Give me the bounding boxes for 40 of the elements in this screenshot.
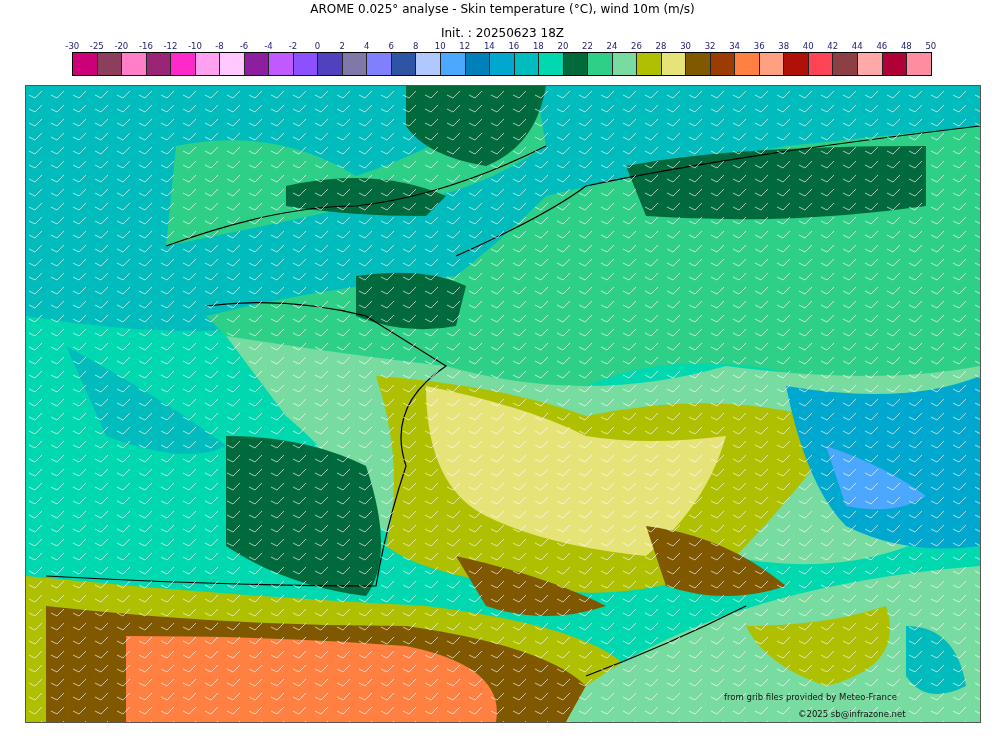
legend-label: 6 bbox=[387, 41, 395, 52]
legend-label: 16 bbox=[507, 41, 521, 52]
legend-label: 12 bbox=[458, 41, 472, 52]
legend-label: 34 bbox=[728, 41, 741, 52]
legend-label: 36 bbox=[752, 41, 766, 52]
legend-label: 2 bbox=[338, 41, 346, 52]
legend-label: 26 bbox=[630, 41, 643, 52]
legend-label: 8 bbox=[412, 41, 420, 52]
legend-label: -8 bbox=[214, 41, 225, 52]
legend-label: -20 bbox=[113, 41, 130, 52]
legend-label: 38 bbox=[777, 41, 791, 52]
legend-label: 14 bbox=[482, 41, 496, 52]
legend-label: 24 bbox=[605, 41, 619, 52]
legend-label: 44 bbox=[850, 41, 864, 52]
legend-label: 4 bbox=[362, 41, 371, 52]
legend-label: -2 bbox=[287, 41, 299, 52]
legend-label: -6 bbox=[238, 41, 250, 52]
legend-label: 18 bbox=[531, 41, 545, 52]
legend-label: -4 bbox=[263, 41, 274, 52]
legend-label: -12 bbox=[162, 41, 179, 52]
legend-label: 32 bbox=[703, 41, 717, 52]
legend-label: -10 bbox=[186, 41, 203, 52]
legend-label: 46 bbox=[875, 41, 889, 52]
legend-label: 28 bbox=[654, 41, 668, 52]
legend-label: 48 bbox=[899, 41, 913, 52]
legend-label: 22 bbox=[581, 41, 594, 52]
legend-label: -16 bbox=[137, 41, 154, 52]
legend-label: 10 bbox=[433, 41, 447, 52]
chart-title: AROME 0.025° analyse - Skin temperature (°C), wind 10m (m/s) bbox=[310, 1, 695, 17]
legend-label: 0 bbox=[313, 41, 322, 52]
legend-label: 50 bbox=[924, 41, 938, 52]
init-time: Init. : 20250623 18Z bbox=[440, 25, 565, 41]
copyright-text: ©2025 sb@infrazone.net bbox=[798, 709, 906, 719]
data-credit: from grib files provided by Meteo-France bbox=[724, 692, 897, 702]
legend-label: -25 bbox=[88, 41, 105, 52]
legend-label: 42 bbox=[826, 41, 840, 52]
legend-label: 20 bbox=[556, 41, 570, 52]
legend-label: -30 bbox=[64, 41, 81, 52]
legend-label: 30 bbox=[679, 41, 692, 52]
legend-label: 40 bbox=[801, 41, 815, 52]
